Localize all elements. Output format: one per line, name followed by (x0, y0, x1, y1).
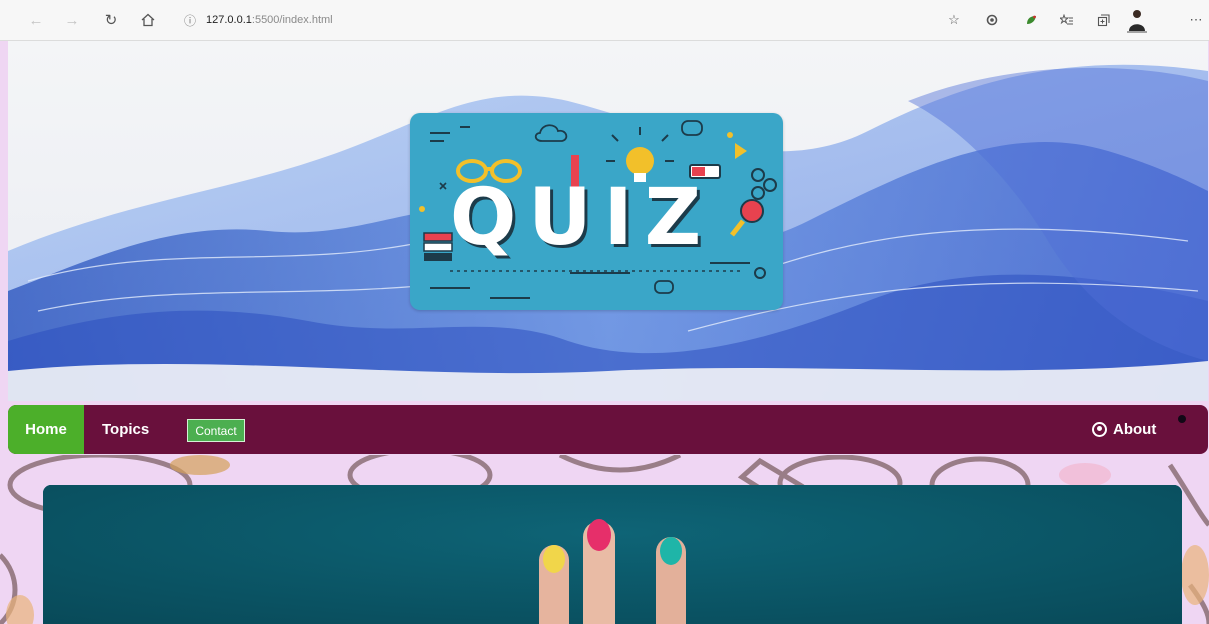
contact-button[interactable]: Contact (187, 419, 245, 442)
collections-button[interactable] (1093, 10, 1113, 30)
nav-about[interactable]: About (1092, 405, 1156, 454)
more-button[interactable]: ⋯ (1186, 10, 1206, 30)
page-viewport: QUIZ Home Topics Contact About (0, 41, 1209, 624)
refresh-icon: ↻ (104, 12, 118, 29)
home-icon (141, 13, 155, 27)
painted-nails-hand-image (43, 485, 1182, 624)
profile-button[interactable] (1124, 6, 1150, 34)
books-icon (423, 232, 453, 261)
profile-icon (1127, 10, 1147, 33)
hero-image-card (43, 485, 1182, 624)
user-circle-icon (1092, 422, 1107, 437)
home-button[interactable] (138, 10, 158, 30)
browser-toolbar: ← → ↻ ⓘ 127.0.0.1 :5500/index.html ☆ ⋯ (0, 0, 1209, 41)
quiz-logo-text: QUIZ (450, 173, 714, 263)
nav-indicator-dot (1178, 415, 1186, 423)
favorites-button[interactable] (1057, 10, 1077, 30)
arrow-right-icon: → (64, 11, 80, 29)
extension-button[interactable] (982, 10, 1002, 30)
nav-topics[interactable]: Topics (102, 405, 149, 454)
forward-button[interactable]: → (62, 10, 82, 30)
collections-icon (1097, 13, 1110, 26)
hero-banner: QUIZ (8, 41, 1208, 401)
nav-about-label: About (1113, 421, 1157, 438)
more-icon: ⋯ (1189, 12, 1203, 27)
info-icon: ⓘ (184, 13, 197, 28)
extension-icon (986, 14, 998, 26)
leaf-extension-icon (1027, 15, 1036, 24)
url-host: 127.0.0.1 (206, 14, 252, 26)
favorites-list-icon (1060, 14, 1073, 25)
quiz-logo-card: QUIZ (410, 113, 783, 310)
nav-home[interactable]: Home (8, 405, 84, 454)
molecule-icon (751, 168, 777, 200)
arrow-left-icon: ← (28, 11, 44, 29)
star-icon: ☆ (948, 12, 960, 27)
reload-button[interactable]: ↻ (101, 10, 121, 30)
favorite-button[interactable]: ☆ (944, 10, 964, 30)
leaf-extension-button[interactable] (1021, 10, 1041, 30)
main-navbar: Home Topics Contact About (8, 405, 1208, 454)
magnifier-icon (730, 199, 764, 237)
cloud-icon (534, 124, 568, 142)
address-bar[interactable]: ⓘ 127.0.0.1 :5500/index.html (184, 8, 924, 32)
url-path: :5500/index.html (251, 14, 333, 26)
back-button[interactable]: ← (26, 10, 46, 30)
